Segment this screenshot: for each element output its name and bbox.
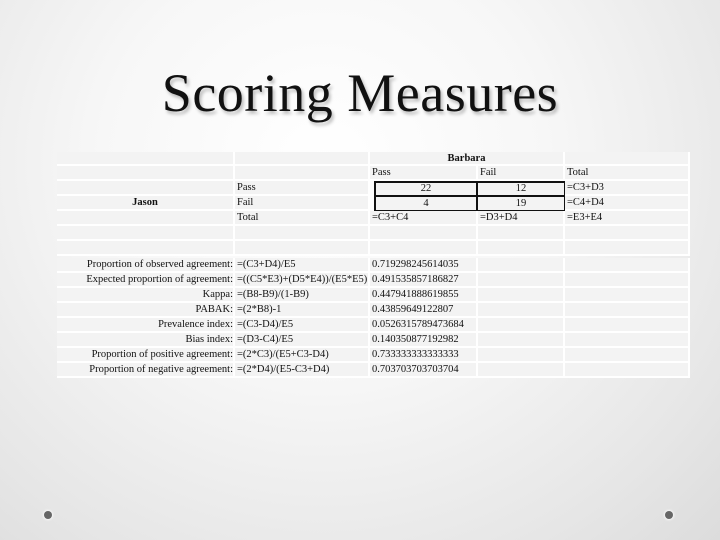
empty-cell (57, 241, 235, 256)
cell-a5 (57, 211, 235, 226)
measure-formula[interactable]: =((C5*E3)+(D5*E4))/(E5*E5) (235, 273, 370, 288)
measure-value[interactable]: 0.140350877192982 (370, 333, 478, 348)
cell-fail-fail[interactable]: 19 (476, 195, 566, 212)
measure-label: Prevalence index: (57, 318, 235, 333)
cell-b1 (235, 152, 370, 166)
empty-cell (565, 333, 690, 348)
col-header-fail: Fail (478, 166, 565, 181)
measure-formula[interactable]: =(C3-D4)/E5 (235, 318, 370, 333)
measure-label: Proportion of negative agreement: (57, 363, 235, 378)
empty-cell (478, 273, 565, 288)
empty-cell (478, 288, 565, 303)
cell-e1 (565, 152, 690, 166)
measure-value[interactable]: 0.43859649122807 (370, 303, 478, 318)
row-header-total: Total (235, 211, 370, 226)
cell-b2 (235, 166, 370, 181)
measure-formula[interactable]: =(2*C3)/(E5+C3-D4) (235, 348, 370, 363)
empty-cell (565, 288, 690, 303)
measure-value[interactable]: 0.0526315789473684 (370, 318, 478, 333)
spreadsheet-table: Barbara Pass Fail Total Jason Pass Fail … (57, 152, 690, 380)
cell-total-fail[interactable]: =D3+D4 (478, 211, 565, 226)
empty-cell (478, 333, 565, 348)
empty-cell (565, 241, 690, 256)
measure-formula[interactable]: =(C3+D4)/E5 (235, 258, 370, 273)
empty-cell (565, 318, 690, 333)
measure-formula[interactable]: =(D3-C4)/E5 (235, 333, 370, 348)
measure-label: Expected proportion of agreement: (57, 273, 235, 288)
empty-cell (565, 273, 690, 288)
rater-col-label: Barbara (370, 152, 565, 166)
measure-value[interactable]: 0.491535857186827 (370, 273, 478, 288)
empty-cell (57, 226, 235, 241)
decorative-dot-right-icon (665, 511, 673, 519)
empty-cell (478, 241, 565, 256)
empty-cell (478, 258, 565, 273)
empty-cell (478, 348, 565, 363)
cell-pass-total[interactable]: =C3+D3 (565, 181, 690, 196)
cell-fail-total[interactable]: =C4+D4 (565, 196, 690, 211)
cell-total-pass[interactable]: =C3+C4 (370, 211, 478, 226)
measure-label: Proportion of observed agreement: (57, 258, 235, 273)
empty-cell (478, 363, 565, 378)
empty-cell (478, 226, 565, 241)
cell-fail-pass[interactable]: 4 (374, 195, 478, 212)
empty-cell (478, 318, 565, 333)
col-header-pass: Pass (370, 166, 478, 181)
empty-cell (565, 258, 690, 273)
measure-value[interactable]: 0.447941888619855 (370, 288, 478, 303)
empty-cell (565, 363, 690, 378)
measure-value[interactable]: 0.703703703703704 (370, 363, 478, 378)
measure-value[interactable]: 0.733333333333333 (370, 348, 478, 363)
measure-formula[interactable]: =(B8-B9)/(1-B9) (235, 288, 370, 303)
empty-cell (370, 226, 478, 241)
empty-cell (235, 241, 370, 256)
rater-row-label: Jason (57, 196, 235, 211)
empty-cell (370, 241, 478, 256)
row-header-fail: Fail (235, 196, 370, 211)
cell-total-total[interactable]: =E3+E4 (565, 211, 690, 226)
empty-cell (565, 303, 690, 318)
empty-cell (565, 226, 690, 241)
measure-label: Proportion of positive agreement: (57, 348, 235, 363)
measure-formula[interactable]: =(2*D4)/(E5-C3+D4) (235, 363, 370, 378)
empty-cell (235, 226, 370, 241)
cell-a2 (57, 166, 235, 181)
empty-cell (565, 348, 690, 363)
slide-title: Scoring Measures (161, 63, 559, 123)
row-header-pass: Pass (235, 181, 370, 196)
measure-label: Kappa: (57, 288, 235, 303)
col-header-total: Total (565, 166, 690, 181)
empty-cell (478, 303, 565, 318)
cell-a3 (57, 181, 235, 196)
decorative-dot-left-icon (44, 511, 52, 519)
measure-formula[interactable]: =(2*B8)-1 (235, 303, 370, 318)
measure-label: PABAK: (57, 303, 235, 318)
measure-value[interactable]: 0.719298245614035 (370, 258, 478, 273)
measure-label: Bias index: (57, 333, 235, 348)
cell-a1 (57, 152, 235, 166)
